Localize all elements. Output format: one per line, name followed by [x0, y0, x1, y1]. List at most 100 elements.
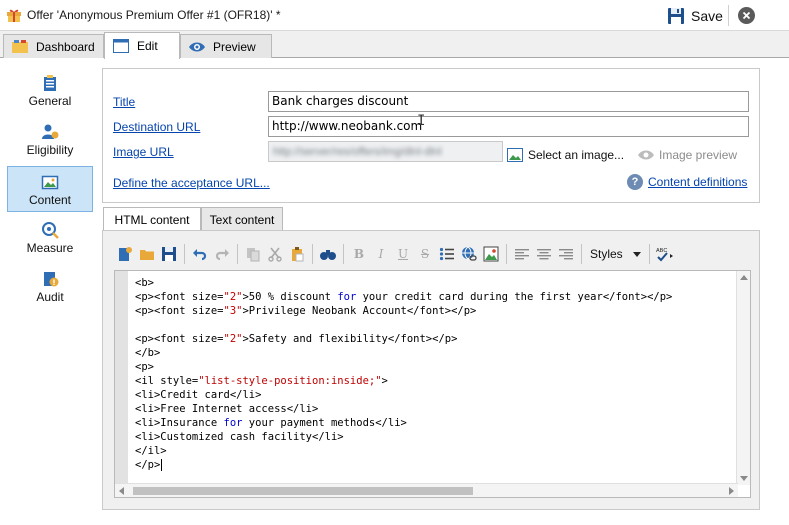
code-token: <li>Customized cash facility</li> [135, 431, 344, 443]
spellcheck-button[interactable]: ABC [654, 243, 676, 265]
bullet-list-button[interactable] [436, 243, 458, 265]
html-code-editor[interactable]: <b> <p><font size="2">50 % discount for y… [114, 270, 751, 498]
eye-icon [189, 42, 205, 51]
main-tabbar: Dashboard Edit Preview [0, 31, 789, 59]
open-button[interactable] [136, 243, 158, 265]
gift-icon [7, 9, 21, 22]
code-line: </il> [135, 444, 672, 458]
sidebar-item-content[interactable]: Content [7, 166, 93, 212]
content-image-icon [41, 175, 59, 190]
code-token: <p> [135, 361, 154, 373]
scissors-icon [268, 247, 282, 262]
tab-preview[interactable]: Preview [180, 34, 272, 58]
undo-button[interactable] [189, 243, 211, 265]
sidebar-item-label: Audit [36, 290, 64, 304]
sidebar-item-audit[interactable]: Audit [7, 264, 93, 310]
chevron-down-icon [632, 251, 641, 257]
sidebar-item-general[interactable]: General [7, 68, 93, 114]
new-document-icon [119, 247, 132, 261]
paste-button[interactable] [286, 243, 308, 265]
tab-edit[interactable]: Edit [104, 32, 180, 59]
cut-button[interactable] [264, 243, 286, 265]
close-icon [742, 11, 751, 20]
code-line: <p><font size="3">Privilege Neobank Acco… [135, 304, 672, 318]
code-content[interactable]: <b> <p><font size="2">50 % discount for y… [135, 276, 672, 472]
scroll-up-icon[interactable] [740, 275, 748, 280]
code-token: > [381, 375, 388, 387]
title-input[interactable]: Bank charges discount [268, 91, 749, 112]
code-token: <li>Insurance [135, 417, 224, 429]
tab-html-content[interactable]: HTML content [103, 207, 201, 231]
code-token: <li>Free Internet access</li> [135, 403, 319, 415]
sidebar-item-measure[interactable]: Measure [7, 215, 93, 261]
tab-text-content[interactable]: Text content [201, 207, 283, 231]
content-definitions-link[interactable]: ? Content definitions [627, 174, 747, 190]
sidebar-item-eligibility[interactable]: Eligibility [7, 117, 93, 163]
horizontal-scrollbar[interactable] [115, 483, 738, 497]
code-token: </p> [135, 459, 161, 471]
italic-icon: I [378, 247, 384, 261]
strikethrough-button[interactable]: S [414, 243, 436, 265]
tab-label: Text content [209, 212, 275, 227]
align-center-button[interactable] [533, 243, 555, 265]
align-left-icon [515, 249, 529, 260]
code-token: >Privilege Neobank Account</font></p> [242, 305, 477, 317]
toolbar-separator [312, 244, 313, 264]
sidebar-item-label: Content [28, 193, 72, 207]
close-button[interactable] [738, 7, 755, 24]
save-content-button[interactable] [158, 243, 180, 265]
editor-gutter [115, 271, 128, 497]
tab-label: Dashboard [36, 39, 95, 54]
bold-button[interactable]: B [348, 243, 370, 265]
scroll-left-icon[interactable] [119, 487, 124, 495]
insert-image-button[interactable] [480, 243, 502, 265]
styles-dropdown[interactable]: Styles [586, 243, 645, 265]
code-token: "2" [223, 333, 243, 345]
acceptance-url-link[interactable]: Define the acceptance URL... [113, 176, 270, 190]
align-left-button[interactable] [511, 243, 533, 265]
code-token: your payment methods</li> [242, 417, 407, 429]
window-title: Offer 'Anonymous Premium Offer #1 (OFR18… [27, 8, 281, 22]
vertical-scrollbar[interactable] [736, 271, 750, 485]
code-line: <il style="list-style-position:inside;"> [135, 374, 672, 388]
scroll-right-icon[interactable] [729, 487, 734, 495]
scroll-down-icon[interactable] [740, 476, 748, 481]
code-line: <li>Credit card</li> [135, 388, 672, 402]
select-image-button[interactable]: Select an image... [507, 148, 624, 162]
code-token: for [337, 291, 357, 303]
redo-icon [215, 249, 229, 261]
styles-label: Styles [590, 247, 623, 261]
folder-icon [140, 250, 154, 260]
image-preview-button[interactable]: Image preview [638, 148, 737, 162]
code-line: <p> [135, 360, 672, 374]
code-line: <p><font size="2">Safety and flexibility… [135, 332, 672, 346]
tab-dashboard[interactable]: Dashboard [3, 34, 104, 58]
align-right-button[interactable] [555, 243, 577, 265]
code-token: <p><font size= [135, 333, 224, 345]
floppy-disk-icon [668, 8, 684, 24]
code-token: >Safety and flexibility</font></p> [242, 333, 458, 345]
sidebar-item-label: General [28, 94, 72, 108]
title-label[interactable]: Title [113, 95, 135, 109]
paste-icon [292, 247, 304, 262]
image-url-label[interactable]: Image URL [113, 145, 174, 159]
code-token: for [223, 417, 243, 429]
insert-link-button[interactable] [458, 243, 480, 265]
image-url-input[interactable]: http://server/res/offers/img/dlnl-dlnl [268, 141, 503, 162]
find-button[interactable] [317, 243, 339, 265]
eligibility-icon [42, 124, 59, 139]
scrollbar-thumb[interactable] [133, 487, 473, 495]
save-button[interactable]: Save [667, 5, 723, 27]
italic-button[interactable]: I [370, 243, 392, 265]
underline-button[interactable]: U [392, 243, 414, 265]
code-line: <p><font size="2">50 % discount for your… [135, 290, 672, 304]
new-document-button[interactable] [114, 243, 136, 265]
sidebar: General Eligibility Content Measure Audi… [0, 58, 99, 525]
code-token: </il> [135, 445, 167, 457]
destination-url-input[interactable]: http://www.neobank.com [268, 116, 749, 137]
destination-url-label[interactable]: Destination URL [113, 120, 200, 134]
code-token: <il style= [135, 375, 199, 387]
copy-button[interactable] [242, 243, 264, 265]
edit-window-icon [113, 39, 129, 53]
redo-button[interactable] [211, 243, 233, 265]
